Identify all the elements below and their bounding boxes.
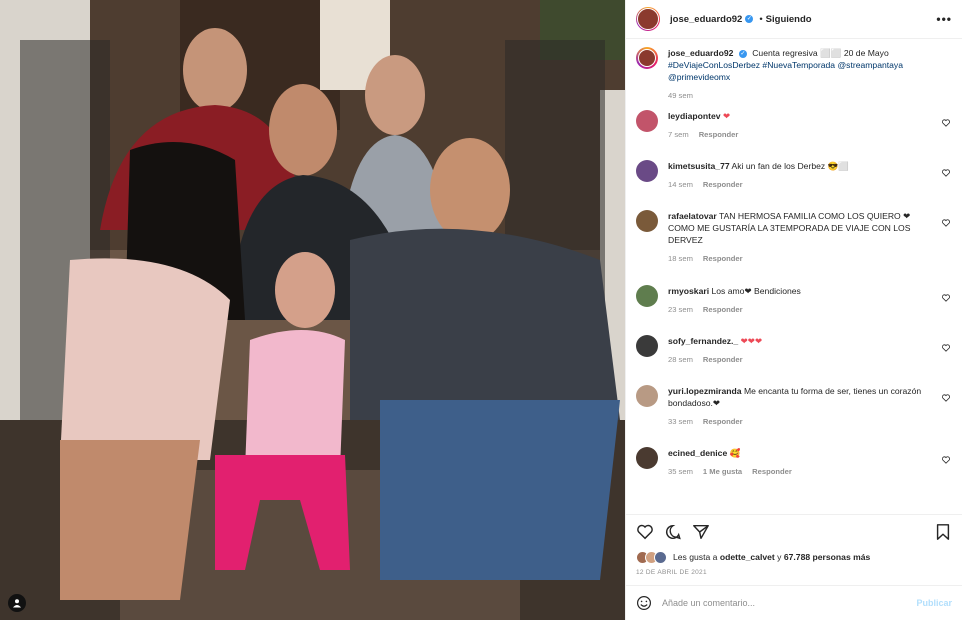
verified-badge-icon: ✓ — [738, 49, 747, 58]
comment-text: 🥰 — [729, 448, 741, 458]
add-comment-bar: Añade un comentario... Publicar — [626, 585, 962, 620]
comment-time: 18 sem — [668, 254, 693, 263]
comment-username[interactable]: ecined_denice — [668, 448, 727, 458]
comment-time: 28 sem — [668, 355, 693, 364]
comment-icon[interactable] — [664, 523, 682, 541]
verified-badge-icon: ✓ — [745, 15, 754, 23]
bookmark-icon[interactable] — [934, 523, 952, 541]
post-header: jose_eduardo92 ✓ • Siguiendo ••• — [626, 0, 962, 39]
comment-username[interactable]: sofy_fernandez._ — [668, 336, 738, 346]
caption-mention[interactable]: @primevideomx — [668, 72, 730, 82]
heart-icon[interactable] — [942, 344, 950, 352]
comment-item: sofy_fernandez._ ❤❤❤ 28 sem Responder — [636, 335, 952, 385]
comment-item: rafaelatovar TAN HERMOSA FAMILIA COMO LO… — [636, 210, 952, 285]
comment-text: ❤❤❤ — [740, 336, 763, 346]
more-icon[interactable]: ••• — [936, 12, 952, 26]
caption-time: 49 sem — [668, 91, 693, 100]
heart-icon[interactable] — [942, 294, 950, 302]
comment-item: rmyoskari Los amo❤ Bendiciones 23 sem Res… — [636, 285, 952, 335]
reply-button[interactable]: Responder — [703, 254, 743, 263]
reply-button[interactable]: Responder — [703, 180, 743, 189]
caption-text: Cuenta regresiva ⬜⬜ 20 de Mayo — [752, 48, 889, 58]
comment-text: Los amo❤ Bendiciones — [711, 286, 801, 296]
share-icon[interactable] — [692, 523, 710, 541]
commenter-avatar[interactable] — [636, 210, 658, 232]
comment-username[interactable]: yuri.lopezmiranda — [668, 386, 742, 396]
comment-time: 23 sem — [668, 305, 693, 314]
heart-icon[interactable] — [636, 523, 654, 541]
reply-button[interactable]: Responder — [699, 130, 739, 139]
commenter-avatar[interactable] — [636, 447, 658, 469]
caption: jose_eduardo92 ✓ Cuenta regresiva ⬜⬜ 20 … — [636, 47, 952, 102]
comment-time: 33 sem — [668, 417, 693, 426]
user-tag-icon[interactable] — [8, 594, 26, 612]
comment-time: 35 sem — [668, 467, 693, 476]
comment-username[interactable]: leydiapontev — [668, 111, 721, 121]
heart-icon[interactable] — [942, 169, 950, 177]
caption-mention[interactable]: @streampantaya — [837, 60, 903, 70]
comment-item: ecined_denice 🥰 35 sem 1 Me gusta Responde… — [636, 447, 952, 491]
commenter-avatar[interactable] — [636, 160, 658, 182]
comment-input[interactable]: Añade un comentario... — [662, 598, 755, 608]
commenter-avatar[interactable] — [636, 285, 658, 307]
liker-avatar — [654, 550, 667, 564]
likes-count[interactable]: 67.788 personas más — [784, 552, 870, 562]
comment-username[interactable]: rafaelatovar — [668, 211, 717, 221]
caption-hashtags[interactable]: #DeViajeConLosDerbez #NuevaTemporada — [668, 60, 835, 70]
heart-icon[interactable] — [942, 394, 950, 402]
author-avatar[interactable] — [636, 7, 660, 31]
reply-button[interactable]: Responder — [752, 467, 792, 476]
commenter-avatar[interactable] — [636, 110, 658, 132]
comment-username[interactable]: rmyoskari — [668, 286, 709, 296]
likes-user[interactable]: odette_calvet — [720, 552, 775, 562]
comment-time: 14 sem — [668, 180, 693, 189]
emoji-icon[interactable] — [636, 595, 652, 611]
post-sidebar: jose_eduardo92 ✓ • Siguiendo ••• jose_ed… — [625, 0, 962, 620]
comment-item: yuri.lopezmiranda Me encanta tu forma de… — [636, 385, 952, 447]
heart-icon[interactable] — [942, 456, 950, 464]
comment-item: leydiapontev ❤ 7 sem Responder — [636, 110, 952, 160]
separator-dot: • — [759, 13, 763, 25]
author-username[interactable]: jose_eduardo92 — [670, 14, 742, 25]
caption-avatar[interactable] — [636, 47, 658, 69]
publish-button[interactable]: Publicar — [916, 598, 952, 608]
reply-button[interactable]: Responder — [703, 305, 743, 314]
likes-prefix: Les gusta a — [673, 552, 718, 562]
action-bar — [626, 514, 962, 549]
comment-time: 7 sem — [668, 130, 689, 139]
reply-button[interactable]: Responder — [703, 417, 743, 426]
commenter-avatar[interactable] — [636, 385, 658, 407]
heart-icon[interactable] — [942, 119, 950, 127]
commenter-avatar[interactable] — [636, 335, 658, 357]
post-photo[interactable] — [0, 0, 625, 620]
comments-section: jose_eduardo92 ✓ Cuenta regresiva ⬜⬜ 20 … — [626, 39, 962, 514]
heart-icon[interactable] — [942, 219, 950, 227]
comment-text: ❤ — [722, 111, 731, 121]
caption-body: jose_eduardo92 ✓ Cuenta regresiva ⬜⬜ 20 … — [668, 47, 952, 102]
comment-text: Aki un fan de los Derbez 😎⬜ — [731, 161, 849, 171]
comment-like-count[interactable]: 1 Me gusta — [703, 467, 742, 476]
likes-line: Les gusta a odette_calvet y 67.788 perso… — [626, 549, 962, 565]
comment-username[interactable]: kimetsusita_77 — [668, 161, 730, 171]
family-photo-illustration — [0, 0, 625, 620]
caption-username[interactable]: jose_eduardo92 — [668, 48, 733, 58]
comment-item: kimetsusita_77 Aki un fan de los Derbez … — [636, 160, 952, 210]
post-date: 12 DE ABRIL DE 2021 — [636, 569, 707, 576]
reply-button[interactable]: Responder — [703, 355, 743, 364]
follow-status-button[interactable]: Siguiendo — [766, 14, 812, 25]
likes-middle: y — [777, 552, 782, 562]
